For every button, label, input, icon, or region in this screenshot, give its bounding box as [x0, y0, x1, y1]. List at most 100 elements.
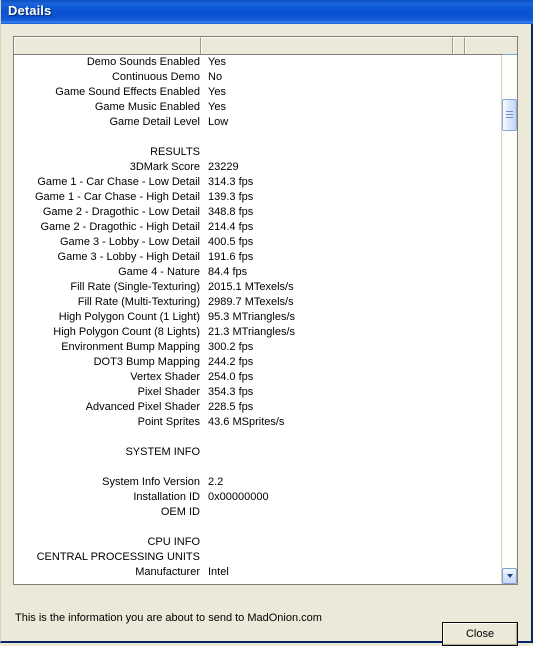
- scrollbar-thumb[interactable]: [502, 99, 517, 131]
- table-row[interactable]: Game 2 - Dragothic - Low Detail 348.8 fps: [14, 205, 503, 220]
- table-row[interactable]: Game 3 - Lobby - High Detail 191.6 fps: [14, 250, 503, 265]
- row-value: Low: [208, 116, 229, 128]
- row-label: Demo Sounds Enabled: [86, 56, 200, 68]
- column-header-2[interactable]: [453, 37, 465, 54]
- details-listview[interactable]: Demo Sounds Enabled Yes Continuous Demo No G…: [13, 36, 518, 585]
- table-row[interactable]: 3DMark Score 23229: [14, 160, 503, 175]
- row-value: Yes: [208, 56, 226, 68]
- listview-body: Demo Sounds Enabled Yes Continuous Demo No G…: [14, 55, 503, 584]
- table-row[interactable]: Game 4 - Nature 84.4 fps: [14, 265, 503, 280]
- row-value: 244.2 fps: [208, 356, 254, 368]
- scrollbar-down-button[interactable]: [502, 568, 517, 584]
- row-label: Environment Bump Mapping: [61, 341, 200, 353]
- column-header-0[interactable]: [14, 37, 201, 54]
- table-row[interactable]: High Polygon Count (1 Light) 95.3 MTriang…: [14, 310, 503, 325]
- close-button[interactable]: Close: [442, 622, 518, 646]
- table-row[interactable]: Demo Sounds Enabled Yes: [14, 55, 503, 70]
- row-value: 23229: [208, 161, 239, 173]
- row-value: No: [208, 71, 223, 83]
- row-value: Yes: [208, 86, 226, 98]
- table-row[interactable]: DOT3 Bump Mapping 244.2 fps: [14, 355, 503, 370]
- row-value: 191.6 fps: [208, 251, 254, 263]
- row-label: High Polygon Count (8 Lights): [53, 326, 200, 338]
- row-label: High Polygon Count (1 Light): [58, 311, 200, 323]
- table-row[interactable]: Installation ID 0x00000000: [14, 490, 503, 505]
- row-label: Game 3 - Lobby - High Detail: [57, 251, 200, 263]
- table-row[interactable]: Continuous Demo No: [14, 70, 503, 85]
- table-row[interactable]: Game 1 - Car Chase - Low Detail 314.3 fps: [14, 175, 503, 190]
- table-row[interactable]: Fill Rate (Single-Texturing) 2015.1 MTexe…: [14, 280, 503, 295]
- table-row[interactable]: CENTRAL PROCESSING UNITS: [14, 550, 503, 565]
- table-row[interactable]: [14, 460, 503, 475]
- table-row[interactable]: CPU INFO: [14, 535, 503, 550]
- row-label: RESULTS: [150, 146, 200, 158]
- column-header-1[interactable]: [201, 37, 453, 54]
- row-value: 254.0 fps: [208, 371, 254, 383]
- table-row[interactable]: Point Sprites 43.6 MSprites/s: [14, 415, 503, 430]
- table-row[interactable]: System Info Version 2.2: [14, 475, 503, 490]
- column-header-3[interactable]: [465, 37, 517, 54]
- client-area: Demo Sounds Enabled Yes Continuous Demo No G…: [1, 24, 530, 646]
- row-value: 43.6 MSprites/s: [208, 416, 285, 428]
- table-row[interactable]: Game 2 - Dragothic - High Detail 214.4 fp…: [14, 220, 503, 235]
- row-label: Point Sprites: [137, 416, 200, 428]
- table-row[interactable]: [14, 430, 503, 445]
- row-label: Vertex Shader: [130, 371, 200, 383]
- row-value: 348.8 fps: [208, 206, 254, 218]
- row-value: 95.3 MTriangles/s: [208, 311, 296, 323]
- table-row[interactable]: [14, 130, 503, 145]
- table-row[interactable]: Advanced Pixel Shader 228.5 fps: [14, 400, 503, 415]
- vertical-scrollbar[interactable]: [501, 55, 517, 584]
- row-label: Game 4 - Nature: [118, 266, 200, 278]
- chevron-down-icon: [506, 574, 513, 578]
- row-value: 139.3 fps: [208, 191, 254, 203]
- scrollbar-track[interactable]: [502, 55, 517, 568]
- row-value: Intel: [208, 566, 229, 578]
- table-row[interactable]: Game Detail Level Low: [14, 115, 503, 130]
- listview-header: [14, 37, 517, 55]
- footer-message: This is the information you are about to…: [15, 612, 322, 624]
- window-title: Details: [8, 3, 52, 18]
- title-bar[interactable]: Details: [1, 0, 533, 24]
- row-label: 3DMark Score: [129, 161, 200, 173]
- row-label: Fill Rate (Single-Texturing): [70, 281, 200, 293]
- table-row[interactable]: Game 1 - Car Chase - High Detail 139.3 fp…: [14, 190, 503, 205]
- table-row[interactable]: Manufacturer Intel: [14, 565, 503, 580]
- table-row[interactable]: Game Sound Effects Enabled Yes: [14, 85, 503, 100]
- table-row[interactable]: Pixel Shader 354.3 fps: [14, 385, 503, 400]
- row-label: Continuous Demo: [111, 71, 200, 83]
- details-window: Details Demo Sounds Enabled Yes Continuous…: [0, 0, 533, 646]
- row-label: Game Sound Effects Enabled: [55, 86, 200, 98]
- row-label: Game Music Enabled: [94, 101, 200, 113]
- row-label: Fill Rate (Multi-Texturing): [77, 296, 200, 308]
- table-row[interactable]: Game 3 - Lobby - Low Detail 400.5 fps: [14, 235, 503, 250]
- row-value: 228.5 fps: [208, 401, 254, 413]
- row-label: CENTRAL PROCESSING UNITS: [36, 551, 200, 563]
- row-value: 21.3 MTriangles/s: [208, 326, 296, 338]
- row-label: System Info Version: [102, 476, 200, 488]
- row-label: Game 1 - Car Chase - Low Detail: [37, 176, 200, 188]
- table-row[interactable]: OEM ID: [14, 505, 503, 520]
- table-row[interactable]: SYSTEM INFO: [14, 445, 503, 460]
- row-value: 314.3 fps: [208, 176, 254, 188]
- table-row[interactable]: [14, 520, 503, 535]
- row-label: Game Detail Level: [109, 116, 201, 128]
- row-label: Game 2 - Dragothic - Low Detail: [42, 206, 200, 218]
- row-label: DOT3 Bump Mapping: [93, 356, 200, 368]
- row-label: Game 3 - Lobby - Low Detail: [59, 236, 200, 248]
- table-row[interactable]: Vertex Shader 254.0 fps: [14, 370, 503, 385]
- table-row[interactable]: Game Music Enabled Yes: [14, 100, 503, 115]
- row-label: Game 2 - Dragothic - High Detail: [40, 221, 200, 233]
- row-label: Advanced Pixel Shader: [85, 401, 200, 413]
- table-row[interactable]: Environment Bump Mapping 300.2 fps: [14, 340, 503, 355]
- row-label: Installation ID: [133, 491, 200, 503]
- row-value: 300.2 fps: [208, 341, 254, 353]
- table-row[interactable]: High Polygon Count (8 Lights) 21.3 MTrian…: [14, 325, 503, 340]
- row-label: OEM ID: [160, 506, 200, 518]
- row-label: Manufacturer: [135, 566, 200, 578]
- table-row[interactable]: Fill Rate (Multi-Texturing) 2989.7 MTexel…: [14, 295, 503, 310]
- row-value: 354.3 fps: [208, 386, 254, 398]
- close-button-label: Close: [443, 623, 517, 645]
- table-row[interactable]: RESULTS: [14, 145, 503, 160]
- row-value: 2989.7 MTexels/s: [208, 296, 294, 308]
